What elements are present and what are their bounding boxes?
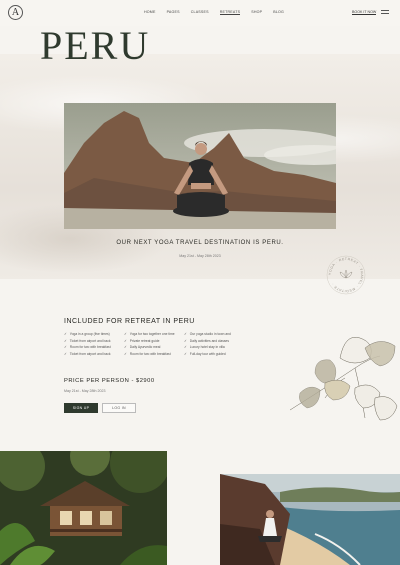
hamburger-menu-icon[interactable] [381,10,389,14]
price-label: PRICE PER PERSON - $2900 [64,378,155,384]
list-item: Full-day tour with guided [184,352,231,359]
included-list-1: Yoga in a group (five times) Ticket from… [64,332,111,358]
book-now-link[interactable]: BOOK IT NOW [352,10,377,15]
badge-text: YOGA · RETREAT · TRAVEL · MEDITATE · [328,257,363,293]
hero-tagline: OUR NEXT YOGA TRAVEL DESTINATION IS PERU… [116,240,284,246]
nav-links: HOME PAGES CLASSES RETREATS SHOP BLOG [144,10,295,15]
page-title: PERU [40,23,151,68]
retreat-dates: May 21st - May 28th 2023 [64,389,106,393]
nav-link-shop[interactable]: SHOP [251,10,262,15]
lotus-icon [339,269,353,279]
photo-beach-meditation [220,474,400,565]
hero-photo-yoga-mountains [64,103,336,229]
photo-jungle-cabin [0,451,167,565]
nav-link-classes[interactable]: CLASSES [191,10,209,15]
included-list-3: Our yoga studio in town and Daily activi… [184,332,231,358]
list-item: Room for two with breakfast [124,352,175,359]
nav-link-retreats[interactable]: RETREATS [219,10,241,15]
svg-text:YOGA · RETREAT · TRAVEL · MEDI: YOGA · RETREAT · TRAVEL · MEDITATE · [328,257,364,293]
nav-link-pages[interactable]: PAGES [167,10,180,15]
included-heading: INCLUDED FOR RETREAT IN PERU [64,318,195,325]
nav-link-home[interactable]: HOME [144,10,156,15]
nav-link-blog[interactable]: BLOG [273,10,284,15]
list-item: Ticket from airport and back [64,352,111,359]
ginkgo-leaves-illustration [285,328,400,428]
log-in-button[interactable]: LOG IN [102,403,136,413]
circular-badge: YOGA · RETREAT · TRAVEL · MEDITATE · [326,255,366,295]
included-list-2: Yoga for two together one time Private r… [124,332,175,358]
site-logo[interactable]: A [8,5,23,20]
sign-up-button[interactable]: SIGN UP [64,403,98,413]
